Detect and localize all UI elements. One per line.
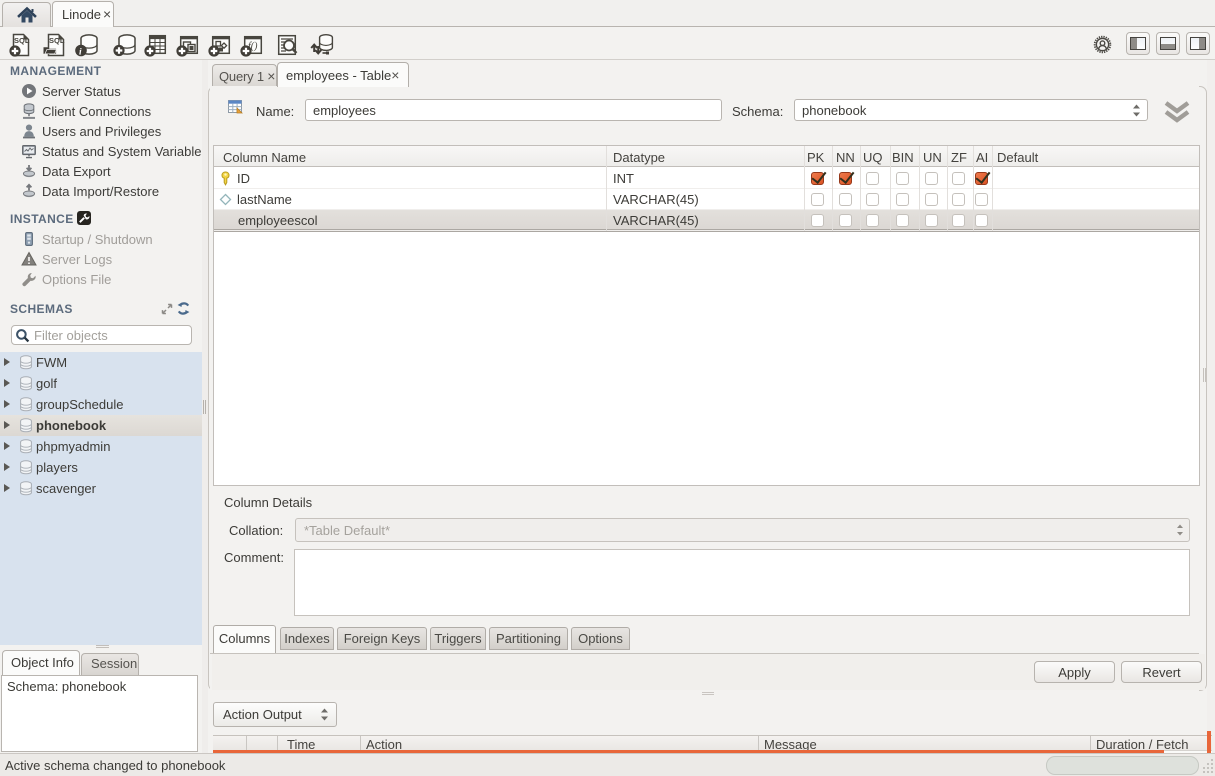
svg-text:SQL: SQL bbox=[49, 36, 65, 45]
svg-text:i: i bbox=[79, 48, 82, 58]
svg-text:SQL: SQL bbox=[14, 36, 30, 45]
